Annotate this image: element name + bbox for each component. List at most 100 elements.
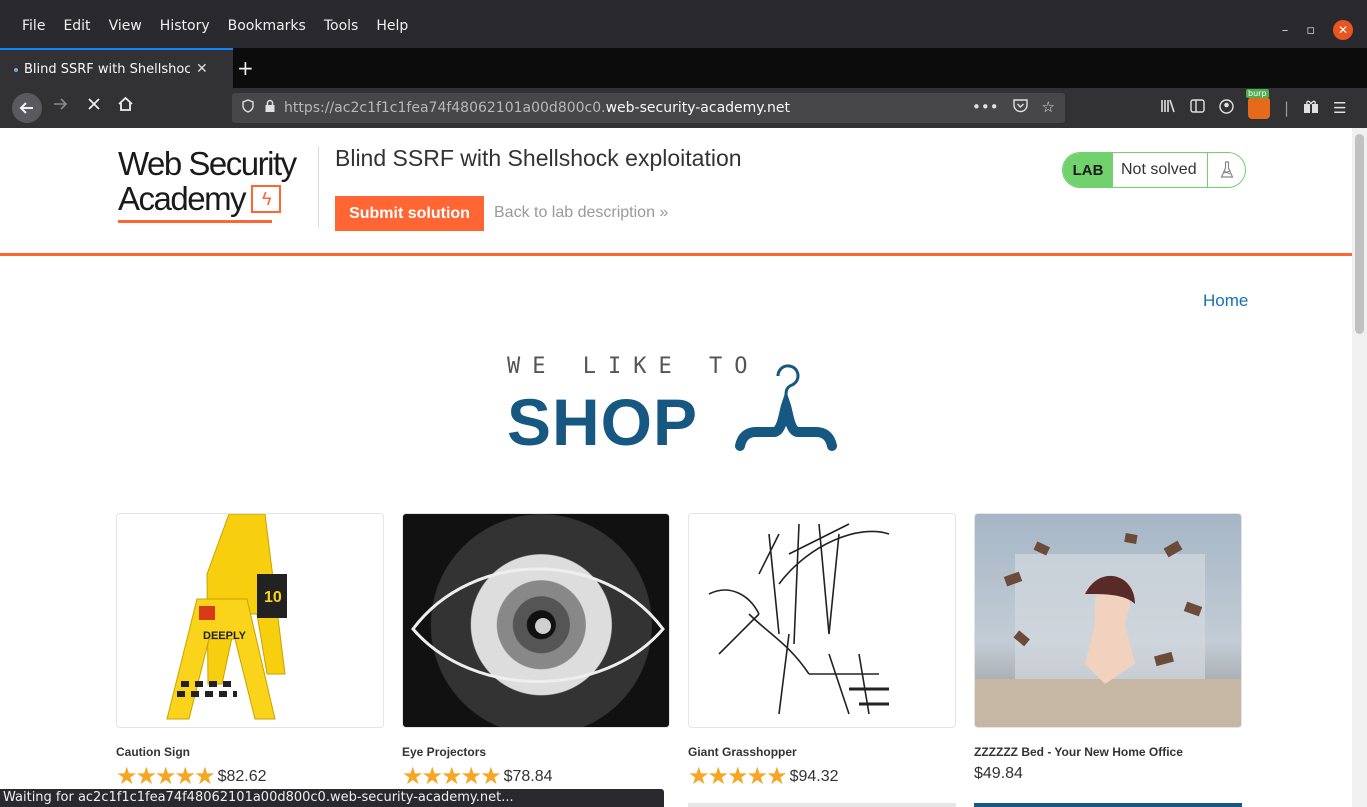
status-bar: Waiting for ac2c1f1c1fea74f48062101a00d8… [0,789,664,807]
product-meta: $49.84 [974,765,1242,783]
rating-stars-icon: ★★★★★ [116,763,216,790]
stop-button[interactable] [86,96,102,117]
product-name: Eye Projectors [402,745,487,759]
extensions-gift-icon[interactable] [1303,99,1319,118]
url-domain: web-security-academy.net [605,100,791,116]
url-bar[interactable]: https://ac2c1f1c1fea74f48062101a00d800c0… [232,93,1065,123]
forward-button[interactable] [52,96,68,117]
product-card[interactable]: Giant Grasshopper ★★★★★ $94.32 [688,513,956,789]
toolbar-separator: | [1284,99,1290,117]
rating-stars-icon: ★★★★★ [402,763,502,790]
page-actions-icon[interactable]: ••• [972,98,999,117]
restore-button[interactable]: ▫ [1306,23,1315,38]
url-prefix: https://ac2c1f1c1fea74f48062101a00d800c0… [284,100,606,116]
toolbar-icons: burp | ☰ [1160,89,1347,119]
lab-status-widget: LAB Not solved [1062,152,1246,188]
new-tab-button[interactable]: + [237,56,254,80]
product-price: $94.32 [789,768,839,785]
header-divider [318,146,319,228]
menu-bar: File Edit View History Bookmarks Tools H… [0,0,1367,48]
page-content: Web Security Academy ϟ Blind SSRF with S… [0,128,1352,807]
tab-bar: Blind SSRF with Shellshock exploitation … [0,48,1367,88]
hamburger-menu-icon[interactable]: ☰ [1333,99,1346,117]
window-controls: – ▫ ✕ [1282,20,1353,40]
product-meta: ★★★★★ $82.62 [116,765,384,789]
product-card[interactable]: Eye Projectors ★★★★★ $78.84 [402,513,670,789]
lock-icon[interactable] [264,99,276,117]
url-text: https://ac2c1f1c1fea74f48062101a00d800c0… [284,100,790,116]
product-meta: ★★★★★ $78.84 [402,765,670,789]
scrollbar-thumb[interactable] [1355,134,1364,334]
back-arrow-icon [19,102,33,114]
product-image[interactable] [974,513,1242,728]
menu-edit[interactable]: Edit [63,18,90,34]
product-name: Caution Sign [116,745,190,759]
logo-line1: Web Security [118,145,297,182]
logo-line2: Academy ϟ [118,182,314,216]
shop-logo-word: SHOP [507,385,699,459]
lightning-bolt-icon: ϟ [251,185,282,213]
minimize-button[interactable]: – [1282,23,1289,38]
lab-pill: LAB [1063,153,1113,187]
url-actions: ••• ☆ [972,98,1055,117]
submit-solution-button[interactable]: Submit solution [335,196,484,231]
product-name: Giant Grasshopper [688,745,797,759]
caution-sign-image: DEEPLY 10 [166,514,287,720]
bookmark-star-icon[interactable]: ☆ [1042,98,1055,117]
tab-active[interactable]: Blind SSRF with Shellshock exploitation … [0,48,233,88]
view-details-button[interactable] [688,803,956,807]
menu-help[interactable]: Help [376,18,408,34]
product-price: $49.84 [974,765,1023,782]
we-like-to-shop-logo: WE LIKE TO SHOP [507,354,857,460]
view-details-button[interactable] [974,803,1242,807]
stop-x-icon [88,98,100,110]
lab-title: Blind SSRF with Shellshock exploitation [335,145,742,171]
loading-dot-icon [14,68,18,72]
product-price: $78.84 [503,768,553,785]
clothes-hanger-icon [735,364,837,451]
library-icon[interactable] [1160,99,1176,117]
flask-icon [1207,153,1245,187]
back-to-lab-description-link[interactable]: Back to lab description » [494,204,668,222]
product-image[interactable] [688,513,956,728]
menu-items: File Edit View History Bookmarks Tools H… [22,18,426,34]
pocket-icon[interactable] [1012,98,1028,117]
tracking-shield-icon[interactable] [242,99,254,117]
menu-file[interactable]: File [22,18,45,34]
product-price: $82.62 [217,768,267,785]
product-image[interactable]: DEEPLY 10 [116,513,384,728]
burp-extension-icon[interactable]: burp [1246,89,1270,119]
nav-toolbar: https://ac2c1f1c1fea74f48062101a00d800c0… [0,88,1367,128]
burp-badge: burp [1246,89,1269,98]
page-scrollbar[interactable] [1352,128,1367,807]
web-security-academy-logo[interactable]: Web Security Academy ϟ [118,146,314,226]
back-button[interactable] [12,93,42,123]
menu-tools[interactable]: Tools [324,18,359,34]
logo-line2-text: Academy [118,180,247,217]
tab-title: Blind SSRF with Shellshock exploitation [24,61,190,77]
forward-arrow-icon [54,98,68,110]
product-name: ZZZZZZ Bed - Your New Home Office [974,745,1183,759]
account-icon[interactable] [1219,98,1234,118]
close-window-button[interactable]: ✕ [1333,20,1353,40]
eye-image [411,567,665,683]
product-image[interactable] [402,513,670,728]
home-icon [118,96,133,111]
logo-underline [118,220,272,223]
grasshopper-sketch-image [708,523,890,715]
menu-bookmarks[interactable]: Bookmarks [228,18,306,34]
home-button[interactable] [117,96,134,117]
menu-view[interactable]: View [109,18,142,34]
menu-history[interactable]: History [160,18,210,34]
lab-header: Web Security Academy ϟ Blind SSRF with S… [0,128,1352,256]
svg-text:DEEPLY: DEEPLY [203,630,247,642]
floating-books-bed-image [975,533,1241,727]
product-card[interactable]: DEEPLY 10 Caution Sign ★★★★★ $82.62 [116,513,384,789]
lab-status-text: Not solved [1121,161,1197,178]
svg-text:10: 10 [264,589,282,606]
home-link[interactable]: Home [1203,291,1248,311]
product-meta: ★★★★★ $94.32 [688,765,956,789]
tab-close-icon[interactable]: ✕ [196,61,208,77]
product-card[interactable]: ZZZZZZ Bed - Your New Home Office $49.84 [974,513,1242,783]
sidebar-icon[interactable] [1190,99,1205,117]
